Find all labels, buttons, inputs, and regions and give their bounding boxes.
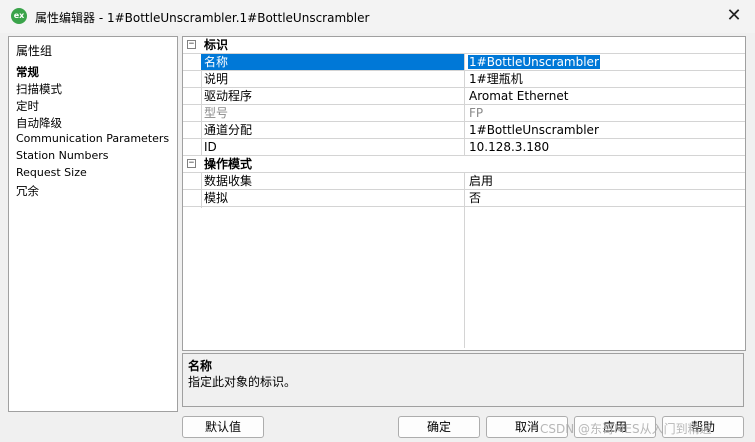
property-value[interactable]: 1#BottleUnscrambler [469,122,599,138]
property-row-name[interactable]: 名称 1#BottleUnscrambler [183,54,745,71]
property-row-driver[interactable]: 驱动程序 Aromat Ethernet [183,88,745,105]
property-grid: − 标识 名称 1#BottleUnscrambler 说明 1#理瓶机 驱动程… [182,36,746,351]
category-operating-mode: − 操作模式 [183,156,745,173]
property-row-model: 型号 FP [183,105,745,122]
group-request-size[interactable]: Request Size [16,166,87,179]
help-button[interactable]: 帮助 [662,416,744,438]
property-name: 模拟 [204,191,229,205]
category-label: 标识 [204,38,229,52]
property-name: 说明 [204,72,229,86]
app-logo-icon: ex [11,8,27,24]
description-title: 名称 [188,359,213,373]
defaults-button[interactable]: 默认值 [182,416,264,438]
collapse-icon[interactable]: − [187,159,196,168]
ok-button[interactable]: 确定 [398,416,480,438]
window-title: 属性编辑器 - 1#BottleUnscrambler.1#BottleUnsc… [35,11,370,25]
property-row-id[interactable]: ID 10.128.3.180 [183,139,745,156]
property-row-simulation[interactable]: 模拟 否 [183,190,745,207]
property-value: FP [469,106,484,120]
property-row-description[interactable]: 说明 1#理瓶机 [183,71,745,88]
property-value[interactable]: Aromat Ethernet [469,88,568,104]
group-auto-demotion[interactable]: 自动降级 [16,115,62,131]
property-value[interactable]: 否 [469,190,481,206]
property-name: 数据收集 [204,174,253,188]
property-groups-panel: 属性组 常规 扫描模式 定时 自动降级 Communication Parame… [8,36,178,412]
collapse-icon[interactable]: − [187,40,196,49]
group-timing[interactable]: 定时 [16,98,39,114]
cancel-button[interactable]: 取消 [486,416,568,438]
apply-button[interactable]: 应用 [574,416,656,438]
property-value-name[interactable]: 1#BottleUnscrambler [468,55,600,69]
group-scan-mode[interactable]: 扫描模式 [16,81,62,97]
property-value[interactable]: 1#理瓶机 [469,71,523,87]
description-text: 指定此对象的标识。 [188,375,297,389]
property-row-data-collection[interactable]: 数据收集 启用 [183,173,745,190]
category-label: 操作模式 [204,157,253,171]
property-row-channel[interactable]: 通道分配 1#BottleUnscrambler [183,122,745,139]
property-groups-header: 属性组 [16,44,53,58]
group-general[interactable]: 常规 [16,64,39,80]
property-name: ID [204,140,217,154]
property-name: 型号 [204,106,229,120]
property-value[interactable]: 10.128.3.180 [469,139,549,155]
close-button[interactable]: ✕ [719,2,749,30]
selected-row-highlight: 名称 [201,54,464,70]
description-panel: 名称 指定此对象的标识。 [182,353,744,407]
property-name: 名称 [204,55,229,69]
title-bar: ex 属性编辑器 - 1#BottleUnscrambler.1#BottleU… [0,0,755,33]
group-station-numbers[interactable]: Station Numbers [16,149,109,162]
group-redundancy[interactable]: 冗余 [16,183,39,199]
property-name: 驱动程序 [204,89,253,103]
property-value[interactable]: 启用 [469,173,493,189]
group-communication-parameters[interactable]: Communication Parameters [16,132,169,145]
category-identification: − 标识 [183,37,745,54]
property-name: 通道分配 [204,123,253,137]
